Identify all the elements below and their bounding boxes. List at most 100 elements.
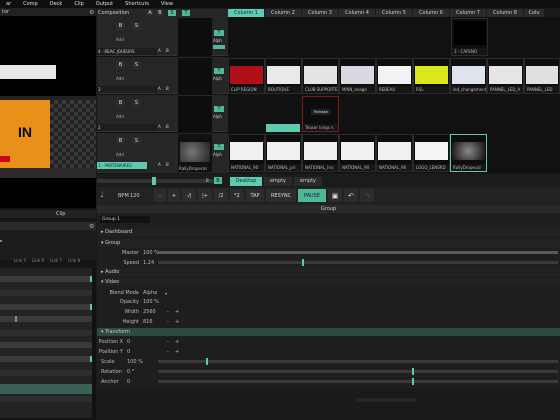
posx-value[interactable]: 0 (127, 339, 167, 345)
rotation-handle[interactable] (412, 368, 414, 375)
comp-a-button[interactable]: A (146, 10, 154, 16)
deck-tab-desktop[interactable]: Desktop (230, 177, 262, 186)
layer-2-bypass[interactable]: B (116, 99, 125, 107)
anchor-slider[interactable] (158, 380, 558, 383)
height-minus[interactable]: - (167, 319, 175, 325)
bpm-minus[interactable]: - (154, 189, 166, 202)
layer-3-solo[interactable]: S (132, 61, 141, 69)
clip-r1-c5[interactable]: NATIONAL_90 (376, 134, 413, 172)
width-value[interactable]: 2560 (143, 309, 167, 315)
opacity-value[interactable]: 100 % (143, 299, 173, 305)
width-plus[interactable]: + (175, 309, 179, 315)
scale-value[interactable]: 100 % (127, 359, 157, 365)
clip-r4-c7[interactable]: 3 - CAFENO (451, 18, 488, 56)
layer-4-b[interactable]: B (166, 48, 169, 53)
nudge-back[interactable]: -/| (182, 189, 196, 202)
menu-item-shortcuts[interactable]: Shortcuts (119, 0, 155, 8)
layer-3-bypass[interactable]: B (116, 61, 125, 69)
clip-r1-c3[interactable]: NATIONAL_hrs (302, 134, 339, 172)
left-scrollbar[interactable] (92, 268, 96, 418)
menu-item-comp[interactable]: Comp (17, 0, 44, 8)
layer-2-solo[interactable]: S (132, 99, 141, 107)
layer-1-alpha[interactable]: Alph (213, 152, 222, 157)
layer-3-t[interactable]: T (214, 68, 224, 74)
clip-r3-c6[interactable]: RSL (413, 58, 450, 94)
section-transform[interactable]: ▾ Transform (97, 328, 560, 336)
tab-column-5[interactable]: Column 5 (376, 9, 412, 17)
comp-b-button[interactable]: B (156, 10, 164, 16)
save-icon[interactable]: ▣ (328, 189, 342, 202)
layer-3-alpha[interactable]: Alph (213, 76, 222, 81)
layer-2-a[interactable]: A (158, 124, 161, 129)
layer-1-name[interactable]: 1 - PARTENAIRES (97, 162, 147, 169)
layer-3-b[interactable]: B (166, 86, 169, 91)
deck-b-button[interactable]: B (214, 177, 222, 184)
deck-tab-empty-2[interactable]: empty (294, 177, 322, 186)
height-value[interactable]: 816 (143, 319, 167, 325)
layer-1-solo[interactable]: S (132, 137, 141, 145)
clip-r3-c4[interactable]: MAIN_enage (339, 58, 376, 94)
layer-4-name[interactable]: 4 - REAC JOUEURS (97, 48, 157, 55)
layer-4-bypass[interactable]: B (116, 22, 125, 30)
bpm-double[interactable]: *2 (230, 189, 244, 202)
layer-1-add[interactable]: Add (116, 152, 124, 157)
section-audio[interactable]: ▸ Audio (97, 268, 560, 276)
rotation-slider[interactable] (158, 370, 558, 373)
redo-icon[interactable]: ↷ (360, 189, 374, 202)
rotation-value[interactable]: 0 ° (127, 369, 157, 375)
layer-3-a[interactable]: A (158, 86, 161, 91)
layer-3-add[interactable]: Add (116, 76, 124, 81)
scale-slider[interactable] (158, 360, 558, 363)
section-video[interactable]: ▾ Video (97, 278, 560, 286)
comp-t-button[interactable]: T (182, 10, 190, 16)
menu-item-clip[interactable]: Clip (68, 0, 89, 8)
metronome-icon[interactable]: ♩ (100, 190, 110, 200)
undo-icon[interactable]: ↶ (344, 189, 358, 202)
clip-r1-c1[interactable]: NATIONAL_90 (228, 134, 265, 172)
clip-r2-c2[interactable] (266, 124, 300, 132)
anchor-handle[interactable] (412, 378, 414, 385)
clip-r3-c8[interactable]: PANNEL_LED_A (487, 58, 524, 94)
clip-r3-c1[interactable]: CLIP REGION (228, 58, 265, 94)
section-dashboard[interactable]: ▸ Dashboard (97, 228, 560, 236)
tap-button[interactable]: TAP (246, 189, 264, 202)
tab-column-1[interactable]: Column 1 (228, 9, 264, 17)
layer-2-name[interactable]: 2 (97, 124, 157, 131)
bpm-plus[interactable]: + (168, 189, 180, 202)
blend-value[interactable]: Alpha (143, 290, 165, 296)
layer-4-a[interactable]: A (158, 48, 161, 53)
clip-r3-c7[interactable]: led_changement (450, 58, 487, 94)
menu-item-deck[interactable]: Deck (44, 0, 69, 8)
clip-r1-c4[interactable]: NATIONAL_90 (339, 134, 376, 172)
crossfader-handle[interactable] (152, 177, 156, 185)
master-slider[interactable] (158, 251, 558, 254)
posy-minus[interactable]: - (167, 349, 175, 355)
tab-column-6[interactable]: Column 6 (413, 9, 449, 17)
bpm-half[interactable]: /2 (214, 189, 228, 202)
link-8[interactable]: Link 8 (68, 258, 80, 266)
crossfader[interactable] (97, 179, 217, 183)
anchor-value[interactable]: 0 (127, 379, 157, 385)
clip-r1-c2[interactable]: NATIONAL_pri (265, 134, 302, 172)
tab-column-2[interactable]: Column 2 (265, 9, 301, 17)
clip-r3-c3[interactable]: CLUB SUPPORTE (302, 58, 339, 94)
menu-item-ar[interactable]: ar (0, 0, 17, 8)
layer-2-add[interactable]: Add (116, 114, 124, 119)
bpm-value[interactable]: 120 (130, 193, 140, 199)
link-6[interactable]: Link 6 (32, 258, 44, 266)
link-7[interactable]: Link 7 (50, 258, 62, 266)
pause-button[interactable]: PAUSE (298, 189, 326, 202)
tab-column-7[interactable]: Column 7 (450, 9, 486, 17)
comp-s-button[interactable]: S (168, 10, 176, 16)
layer-2-alpha[interactable]: Alph (213, 114, 222, 119)
clip-r3-c5[interactable]: REBEAU (376, 58, 413, 94)
layer-1-a[interactable]: A (158, 162, 161, 167)
clip-r3-c2[interactable]: BOUTIQUE (265, 58, 302, 94)
deck-tab-empty-1[interactable]: empty (264, 177, 292, 186)
gear-icon[interactable]: ⚙ (89, 9, 94, 16)
posy-plus[interactable]: + (175, 349, 179, 355)
tab-column-3[interactable]: Column 3 (302, 9, 338, 17)
layer-2-t[interactable]: T (214, 106, 224, 112)
group-name-field[interactable]: Group 1 (100, 216, 150, 223)
nudge-forward[interactable]: |+ (198, 189, 212, 202)
